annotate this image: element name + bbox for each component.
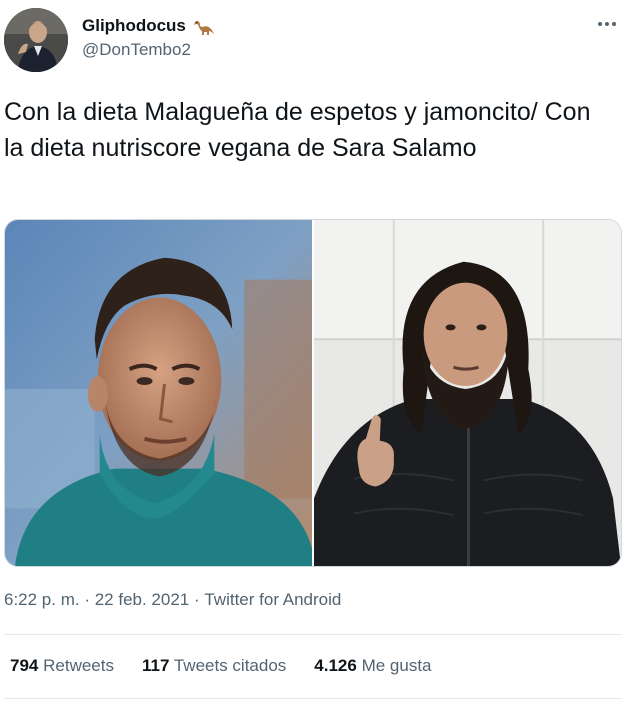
- quotes-stat[interactable]: 117 Tweets citados: [142, 656, 286, 676]
- quotes-count: 117: [141, 656, 170, 675]
- avatar-image: [4, 8, 68, 72]
- divider: [4, 634, 622, 635]
- meta-separator: ·: [79, 590, 95, 609]
- tweet-meta: 6:22 p. m. · 22 feb. 2021 · Twitter for …: [4, 590, 341, 610]
- timestamp-time[interactable]: 6:22 p. m.: [4, 590, 80, 610]
- timestamp-date[interactable]: 22 feb. 2021: [95, 590, 190, 610]
- likes-count: 4.126: [314, 656, 357, 675]
- retweets-stat[interactable]: 794 Retweets: [10, 656, 114, 676]
- dot: [598, 22, 602, 26]
- display-name-row[interactable]: Gliphodocus: [82, 14, 214, 38]
- dot: [605, 22, 609, 26]
- display-name[interactable]: Gliphodocus: [82, 16, 186, 36]
- quotes-label: Tweets citados: [173, 656, 287, 675]
- photo-right-image: [314, 220, 621, 566]
- divider: [4, 698, 622, 699]
- tweet-header: Gliphodocus @DonTembo2: [4, 8, 622, 74]
- more-options-icon[interactable]: [594, 14, 620, 34]
- media-photo-left[interactable]: [5, 220, 312, 566]
- likes-stat[interactable]: 4.126 Me gusta: [314, 656, 431, 676]
- handle[interactable]: @DonTembo2: [82, 40, 214, 60]
- tweet-media: [4, 219, 622, 567]
- dot: [612, 22, 616, 26]
- tweet-text: Con la dieta Malagueña de espetos y jamo…: [4, 98, 591, 162]
- photo-left-image: [5, 220, 312, 566]
- avatar[interactable]: [4, 8, 68, 72]
- author-info: Gliphodocus @DonTembo2: [82, 14, 214, 60]
- retweets-count: 794: [10, 656, 39, 675]
- meta-separator: ·: [189, 590, 205, 609]
- tweet-source[interactable]: Twitter for Android: [204, 590, 341, 610]
- media-photo-right[interactable]: [314, 220, 621, 566]
- retweets-label: Retweets: [43, 656, 114, 675]
- likes-label: Me gusta: [361, 656, 432, 675]
- sauropod-icon: [193, 20, 214, 35]
- tweet-stats: 794 Retweets 117 Tweets citados 4.126 Me…: [10, 656, 432, 676]
